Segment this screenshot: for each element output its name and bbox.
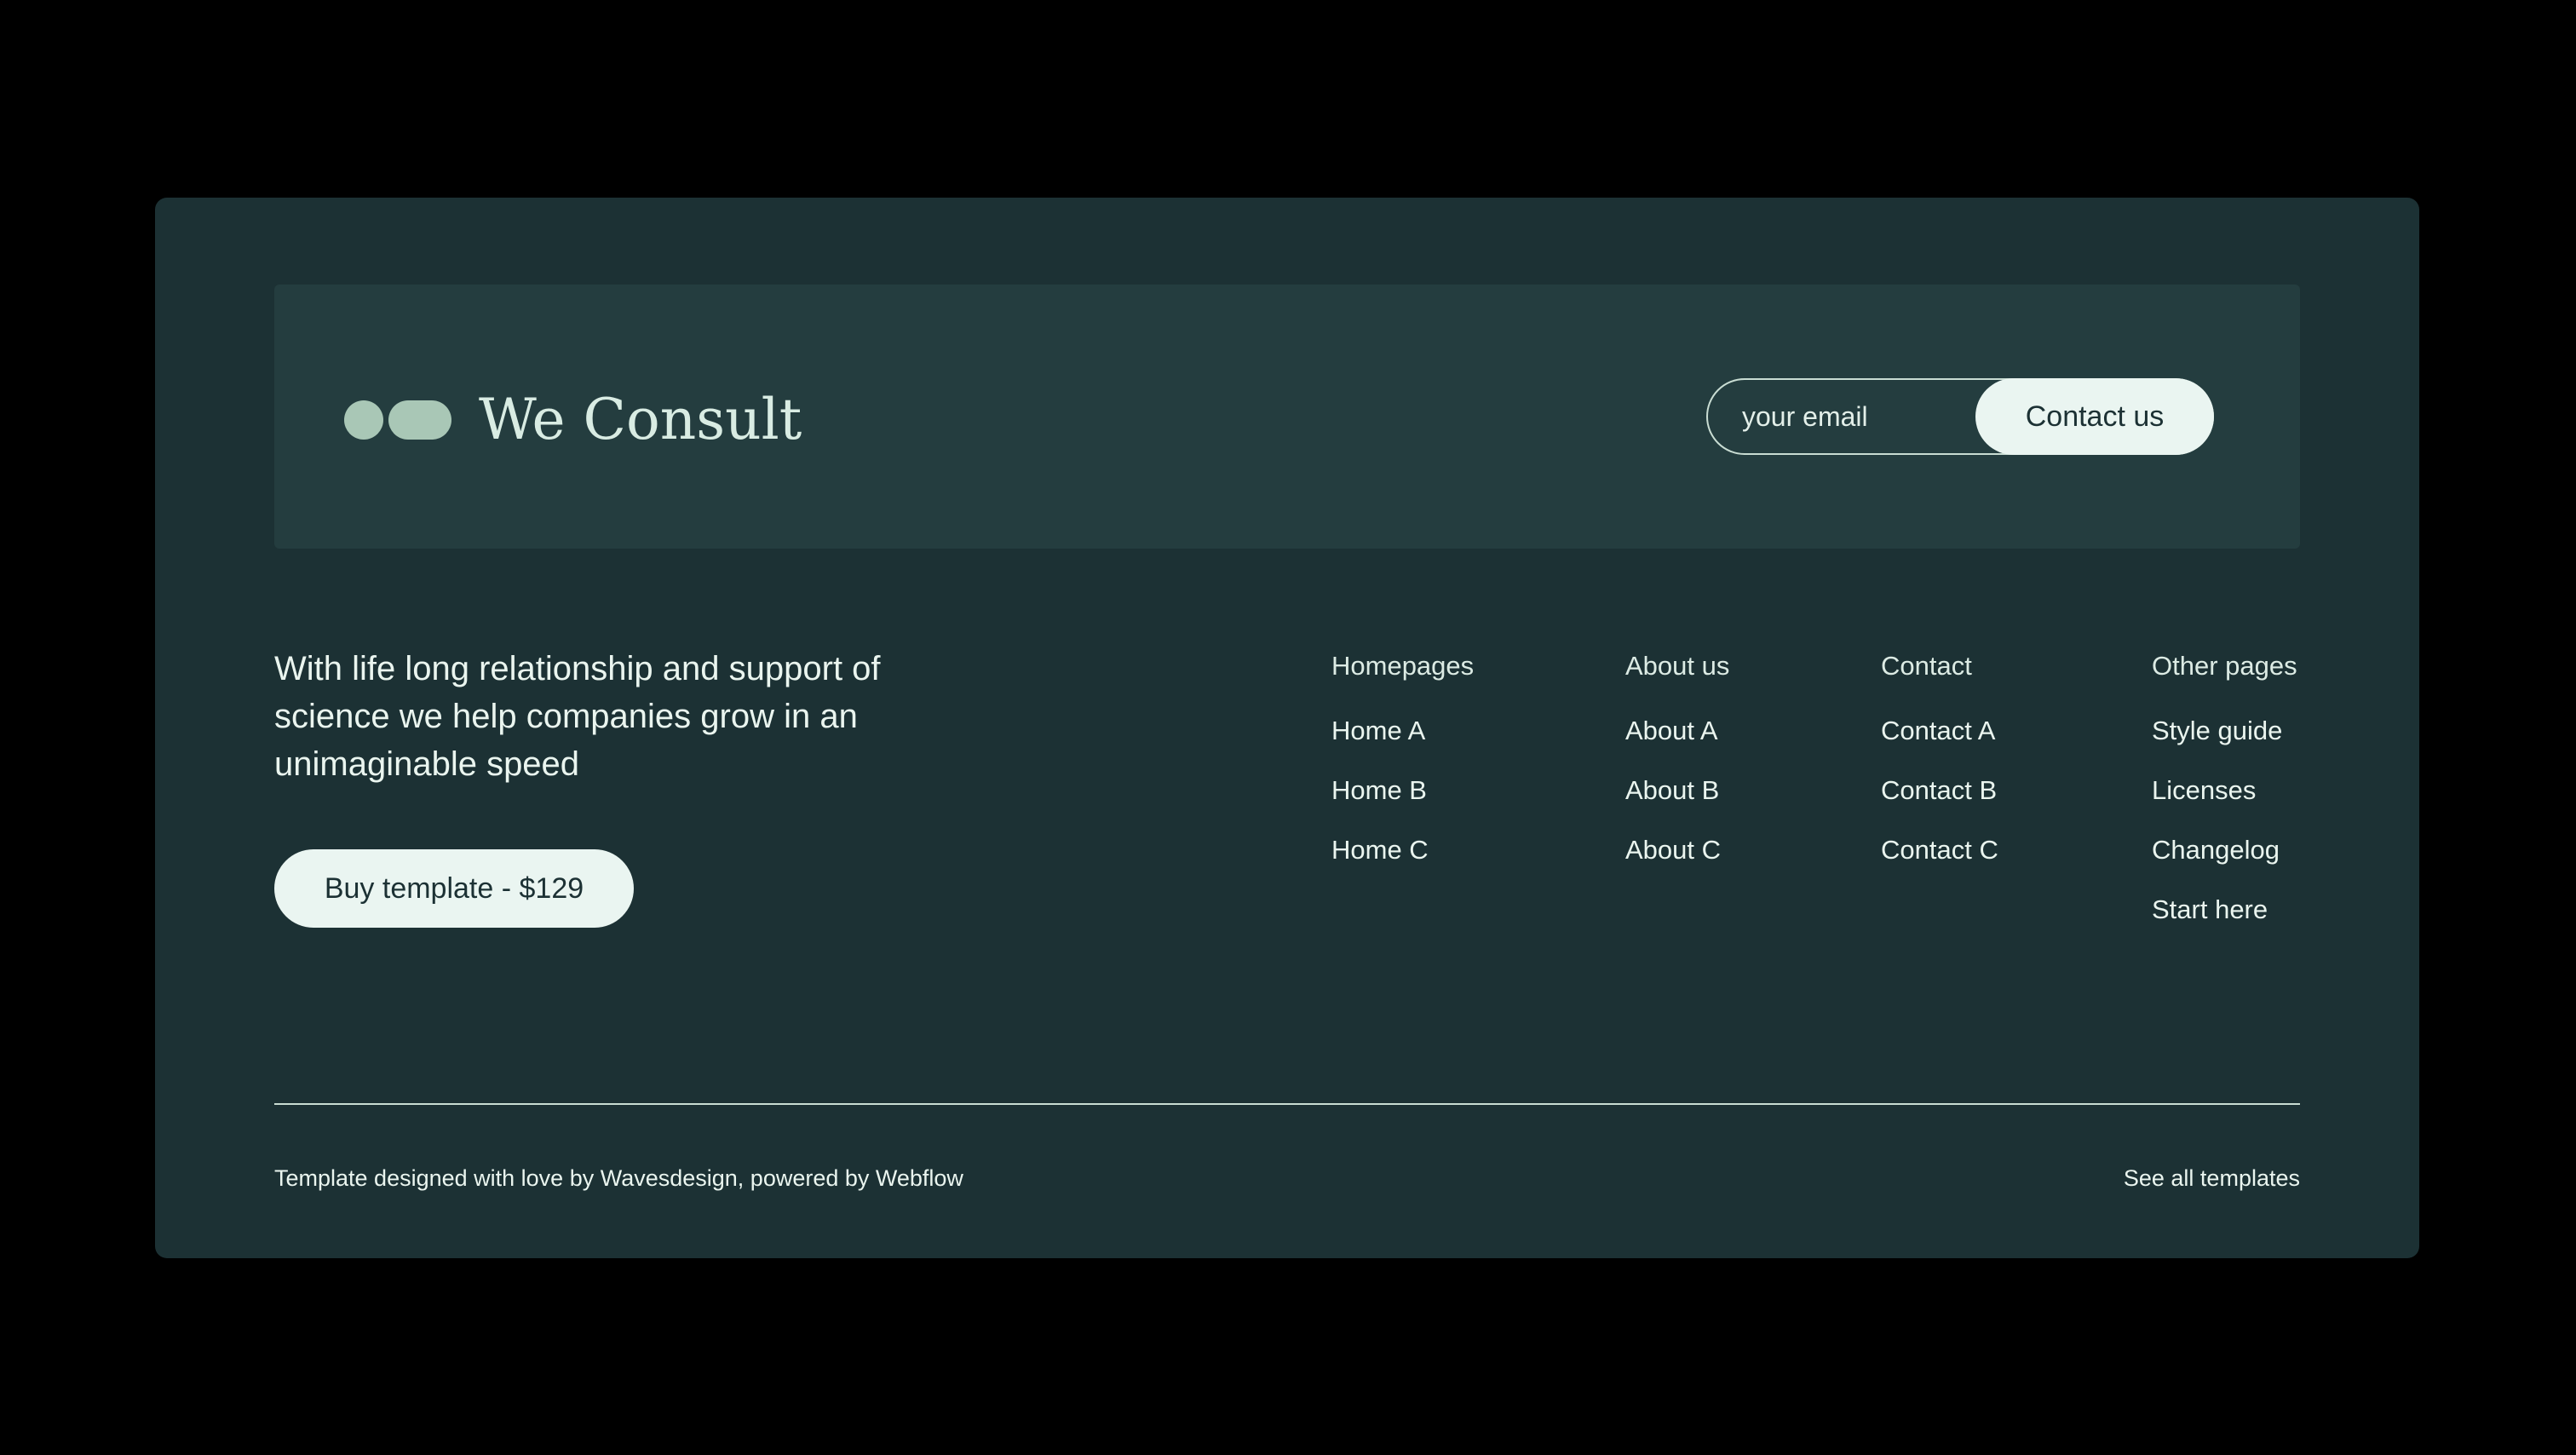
- brand-logo[interactable]: We Consult: [344, 387, 802, 452]
- footer-divider: [274, 1103, 2300, 1105]
- logo-dot-icon: [344, 400, 383, 440]
- nav-heading: Other pages: [2152, 651, 2297, 681]
- footer-top-panel: We Consult Contact us: [274, 285, 2300, 549]
- nav-heading: Contact: [1881, 651, 1972, 681]
- contact-us-button[interactable]: Contact us: [1975, 378, 2214, 455]
- nav-column-about: About us About A About B About C: [1625, 649, 1729, 867]
- nav-heading: Homepages: [1331, 651, 1475, 681]
- nav-column-other-pages: Other pages Style guide Licenses Changel…: [2152, 649, 2297, 927]
- nav-link-about-c[interactable]: About C: [1625, 833, 1729, 867]
- nav-link-contact-c[interactable]: Contact C: [1881, 833, 1998, 867]
- footer-credits: Template designed with love by Wavesdesi…: [274, 1165, 963, 1191]
- contact-form: Contact us: [1706, 378, 2214, 455]
- email-input[interactable]: [1742, 380, 1981, 453]
- buy-template-button[interactable]: Buy template - $129: [274, 849, 634, 928]
- nav-link-about-a[interactable]: About A: [1625, 714, 1729, 748]
- nav-link-home-b[interactable]: Home B: [1331, 774, 1474, 808]
- see-all-templates-link[interactable]: See all templates: [2124, 1165, 2300, 1192]
- nav-link-home-a[interactable]: Home A: [1331, 714, 1474, 748]
- nav-heading: About us: [1625, 651, 1730, 681]
- footer-tagline: With life long relationship and support …: [274, 650, 881, 783]
- nav-link-changelog[interactable]: Changelog: [2152, 833, 2297, 867]
- nav-link-contact-a[interactable]: Contact A: [1881, 714, 1998, 748]
- nav-link-licenses[interactable]: Licenses: [2152, 774, 2297, 808]
- nav-link-start-here[interactable]: Start here: [2152, 893, 2297, 927]
- logo-pill-icon: [388, 400, 451, 440]
- nav-link-about-b[interactable]: About B: [1625, 774, 1729, 808]
- nav-link-contact-b[interactable]: Contact B: [1881, 774, 1998, 808]
- site-footer: We Consult Contact us With life long rel…: [155, 198, 2419, 1258]
- nav-link-style-guide[interactable]: Style guide: [2152, 714, 2297, 748]
- brand-name: We Consult: [479, 387, 802, 452]
- nav-column-contact: Contact Contact A Contact B Contact C: [1881, 649, 1998, 867]
- nav-column-homepages: Homepages Home A Home B Home C: [1331, 649, 1474, 867]
- nav-link-home-c[interactable]: Home C: [1331, 833, 1474, 867]
